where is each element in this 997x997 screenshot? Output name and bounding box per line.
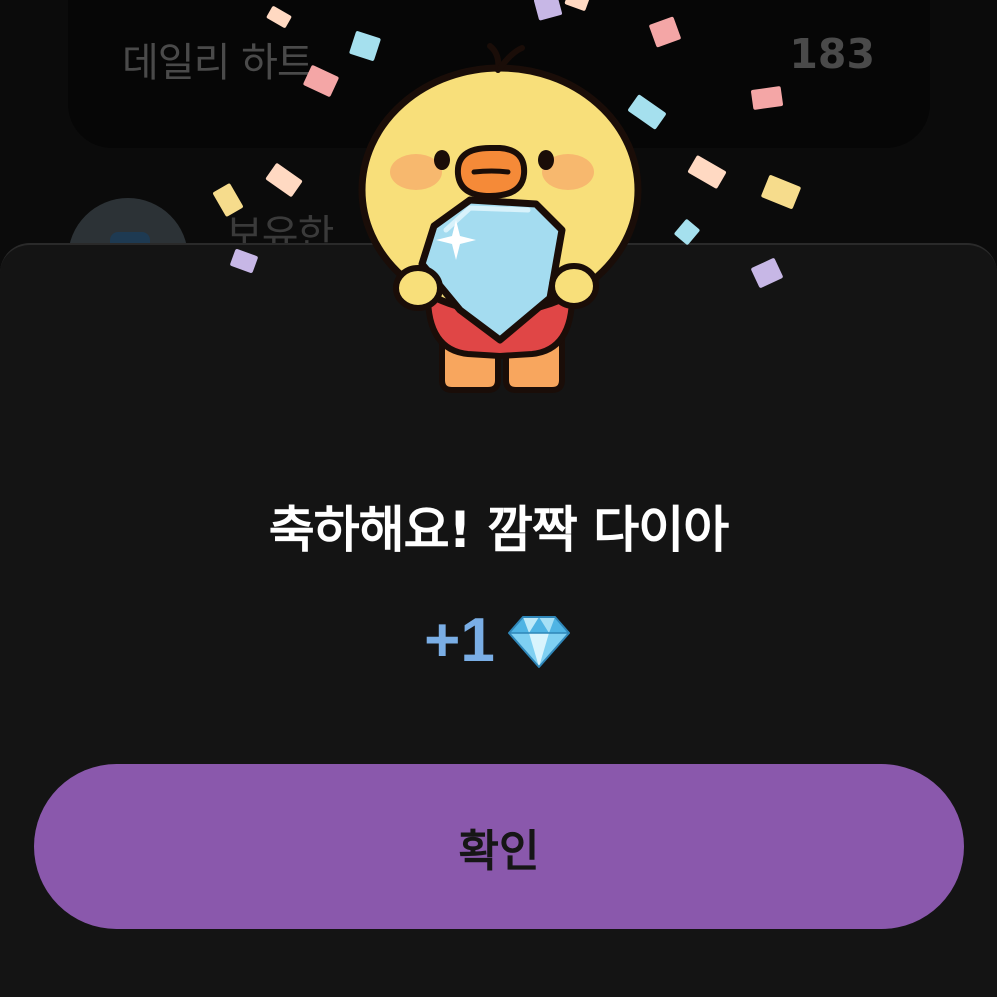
confirm-button[interactable]: 확인: [34, 764, 964, 929]
daily-heart-label: 데일리 하트: [122, 40, 314, 86]
confetti-piece: [687, 154, 727, 190]
duck-mascot-icon: [358, 43, 642, 393]
confirm-button-label: 확인: [458, 825, 540, 877]
daily-heart-count: 183: [789, 30, 875, 78]
confetti-piece: [750, 86, 784, 110]
confetti-piece: [265, 162, 303, 198]
confetti-piece: [673, 218, 701, 246]
reward-row: +1: [0, 606, 997, 676]
screen: 데일리 하트 183 보유한 축하해요! 깜짝 다이아 +1 확인: [0, 0, 997, 997]
reward-amount: +1: [424, 606, 495, 675]
diamond-icon: [507, 616, 570, 668]
dialog-title: 축하해요! 깜짝 다이아: [268, 501, 730, 559]
confetti-piece: [760, 174, 802, 210]
